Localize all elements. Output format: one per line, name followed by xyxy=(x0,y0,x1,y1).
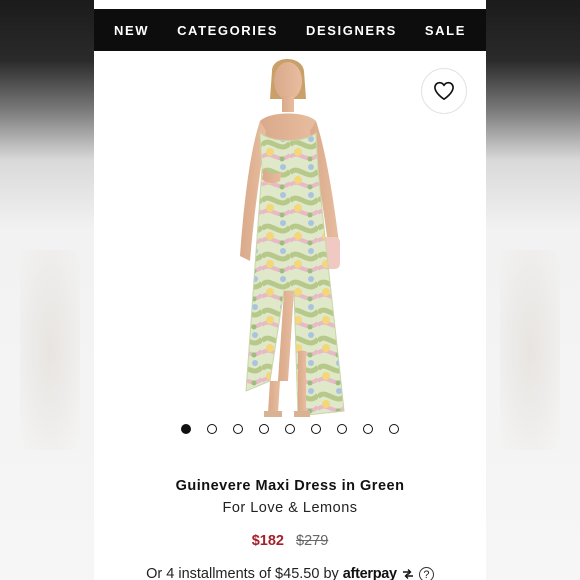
wishlist-button[interactable] xyxy=(421,68,467,114)
backdrop-glow-left xyxy=(20,250,80,450)
carousel-dot[interactable] xyxy=(207,424,217,434)
carousel-dot[interactable] xyxy=(181,424,191,434)
top-nav-bar: NEW CATEGORIES DESIGNERS SALE xyxy=(94,9,486,51)
price-row: $182 $279 xyxy=(94,533,486,549)
product-page: NEW CATEGORIES DESIGNERS SALE Guinevere … xyxy=(94,0,486,580)
afterpay-logo: afterpay xyxy=(342,566,397,580)
carousel-dot[interactable] xyxy=(233,424,243,434)
nav-item-categories[interactable]: CATEGORIES xyxy=(177,23,278,38)
designer-link[interactable]: For Love & Lemons xyxy=(94,500,486,516)
carousel-dot[interactable] xyxy=(285,424,295,434)
nav-item-new[interactable]: NEW xyxy=(114,23,149,38)
installments-text: Or 4 installments of $45.50 by xyxy=(146,566,339,580)
carousel-dot[interactable] xyxy=(363,424,373,434)
original-price: $279 xyxy=(296,533,329,549)
carousel-dot[interactable] xyxy=(311,424,321,434)
afterpay-installments: Or 4 installments of $45.50 by afterpay … xyxy=(94,566,486,580)
product-title: Guinevere Maxi Dress in Green xyxy=(175,478,405,494)
carousel-pagination xyxy=(94,422,486,436)
nav-item-designers[interactable]: DESIGNERS xyxy=(306,23,397,38)
carousel-dot[interactable] xyxy=(259,424,269,434)
sale-price: $182 xyxy=(251,533,284,549)
backdrop-glow-right xyxy=(500,250,560,450)
nav-item-sale[interactable]: SALE xyxy=(425,23,466,38)
question-circle-icon[interactable]: ? xyxy=(418,566,434,580)
afterpay-arrows-icon xyxy=(402,569,413,580)
top-strip xyxy=(94,0,486,9)
carousel-dot[interactable] xyxy=(337,424,347,434)
heart-icon xyxy=(434,81,454,100)
carousel-dot[interactable] xyxy=(389,424,399,434)
